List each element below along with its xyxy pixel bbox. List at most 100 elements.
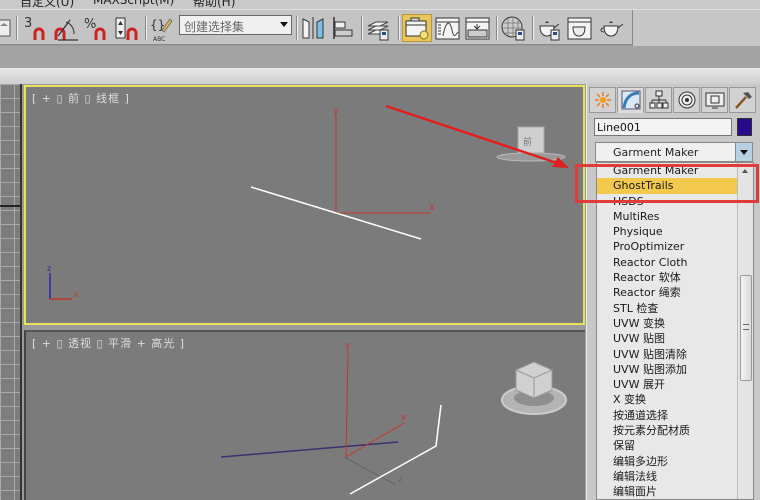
toolbar-separator: [361, 16, 363, 40]
svg-text:ABC: ABC: [153, 36, 165, 42]
magnet-icon: 3: [24, 16, 45, 40]
gizmo-y-label: y: [333, 106, 339, 117]
gizmo-z-axis: [343, 456, 397, 486]
modifier-list-item[interactable]: Reactor 软体: [597, 270, 738, 285]
svg-text:%: %: [84, 17, 96, 32]
align-icon: [333, 17, 353, 39]
snap-3d-toggle[interactable]: 3: [22, 14, 50, 42]
schematic-view-button[interactable]: [464, 14, 492, 42]
modifier-list-value: Garment Maker: [613, 146, 699, 159]
tab-motion[interactable]: [673, 87, 700, 113]
menu-customize[interactable]: 自定义(U): [20, 0, 74, 9]
modifier-list-item[interactable]: 编辑法线: [597, 469, 738, 484]
modifier-list-item[interactable]: UVW 贴图: [597, 331, 738, 346]
tab-create[interactable]: [589, 87, 616, 113]
spinner-snap-icon: [115, 17, 138, 40]
ribbon-strip-right: [586, 68, 760, 84]
menu-maxscript[interactable]: MAXScript(M): [93, 0, 174, 7]
gizmo-x-label: x: [401, 413, 407, 423]
gizmo-x-axis: [345, 422, 405, 458]
toolbar-separator: [398, 16, 400, 40]
mirror-button[interactable]: [300, 14, 326, 42]
rendered-frame-window-button[interactable]: [566, 14, 594, 42]
percent-snap-icon: %: [84, 17, 106, 40]
menu-bar: 自定义(U) MAXScript(M) 帮助(H): [0, 0, 760, 9]
gizmo-x-label: x: [429, 202, 435, 213]
curve-editor-icon: [435, 17, 460, 40]
rendered-frame-icon: [567, 17, 592, 40]
edit-named-selection-button[interactable]: {} ABC: [150, 14, 176, 42]
menu-help[interactable]: 帮助(H): [193, 0, 235, 9]
viewport-divider: [0, 205, 22, 207]
layer-manager-button[interactable]: [366, 14, 394, 42]
tab-display[interactable]: [701, 87, 728, 113]
scene-explorer-button[interactable]: [402, 14, 432, 42]
modifier-list-item[interactable]: 保留: [597, 438, 738, 453]
tab-modify[interactable]: [617, 87, 644, 113]
toolbar-empty-area: [632, 10, 760, 46]
modifier-list-item[interactable]: Reactor Cloth: [597, 255, 738, 270]
viewcube[interactable]: 前: [496, 126, 566, 162]
modifier-list-item[interactable]: 编辑面片: [597, 484, 738, 499]
align-button[interactable]: [330, 14, 356, 42]
modifier-list-item[interactable]: 按元素分配材质: [597, 423, 738, 438]
modifier-list-item[interactable]: 编辑多边形: [597, 454, 738, 469]
modifier-list-item[interactable]: UVW 贴图清除: [597, 347, 738, 362]
toolbar-separator: [145, 16, 147, 40]
material-editor-button[interactable]: [500, 14, 528, 42]
modifier-list-item[interactable]: UVW 展开: [597, 377, 738, 392]
toolbar-edge-button[interactable]: [0, 14, 12, 42]
schematic-view-icon: [465, 17, 490, 40]
spinner-snap-toggle[interactable]: [114, 14, 142, 42]
toolbar-separator: [496, 16, 498, 40]
named-selection-set-dropdown[interactable]: 创建选择集: [179, 15, 292, 35]
modifier-list-item[interactable]: Reactor 绳索: [597, 285, 738, 300]
object-color-swatch[interactable]: [737, 118, 752, 136]
dropdown-scrollbar[interactable]: [737, 163, 753, 499]
viewcube[interactable]: [501, 361, 567, 415]
line-object[interactable]: [349, 404, 442, 495]
tab-hierarchy[interactable]: [645, 87, 672, 113]
gizmo-y-label: y: [345, 341, 351, 351]
svg-text:3: 3: [24, 16, 32, 31]
annotation-highlight-box: [575, 164, 759, 203]
named-selection-icon: {} ABC: [150, 18, 173, 42]
viewport-perspective[interactable]: [ + ▯ 透视 ▯ 平滑 + 高光 ] z y x: [24, 330, 585, 500]
modifier-list-item[interactable]: 按通道选择: [597, 408, 738, 423]
chevron-down-icon: [280, 22, 288, 27]
render-production-button[interactable]: [598, 14, 626, 42]
modifier-list-dropdown-menu: Garment Maker GhostTrails HSDS MultiRes Phys…: [596, 162, 754, 500]
render-setup-button[interactable]: [536, 14, 564, 42]
modifier-list-item[interactable]: ProOptimizer: [597, 239, 738, 254]
chevron-down-icon: [740, 149, 748, 155]
command-panel-tabs: [589, 87, 756, 113]
tab-utilities[interactable]: [729, 87, 756, 113]
mirror-icon: [302, 17, 324, 39]
modifier-list-item[interactable]: MultiRes: [597, 209, 738, 224]
hammer-icon: [734, 92, 752, 109]
hierarchy-icon: [649, 90, 668, 109]
viewport-front[interactable]: [ + ▯ 前 ▯ 线框 ] y x 前 z x: [24, 85, 585, 325]
grid-axis-line: [220, 441, 399, 458]
modifier-list-item[interactable]: UVW 贴图添加: [597, 362, 738, 377]
viewport-front-canvas: y x 前 z x: [47, 106, 566, 300]
modifier-list-dropdown-button[interactable]: [735, 143, 752, 161]
angle-snap-toggle[interactable]: [52, 14, 80, 42]
scene-explorer-icon: [405, 17, 429, 40]
teapot-icon: [600, 21, 624, 37]
left-viewports-strip[interactable]: [0, 84, 22, 500]
object-name-field[interactable]: Line001: [594, 118, 732, 136]
teapot-settings-icon: [539, 21, 560, 41]
motion-icon: [678, 91, 695, 109]
modifier-list-item[interactable]: X 变换: [597, 392, 738, 407]
toolbar-separator: [532, 16, 534, 40]
modifier-list-item[interactable]: STL 检查: [597, 301, 738, 316]
modifier-list-item[interactable]: Physique: [597, 224, 738, 239]
modifier-list-item[interactable]: UVW 变换: [597, 316, 738, 331]
curve-editor-button[interactable]: [434, 14, 462, 42]
gizmo-z-label: z: [398, 475, 403, 485]
modifier-list-dropdown[interactable]: Garment Maker: [595, 142, 753, 162]
scrollbar-thumb[interactable]: [740, 275, 752, 381]
display-icon: [705, 92, 724, 109]
percent-snap-toggle[interactable]: %: [84, 14, 112, 42]
